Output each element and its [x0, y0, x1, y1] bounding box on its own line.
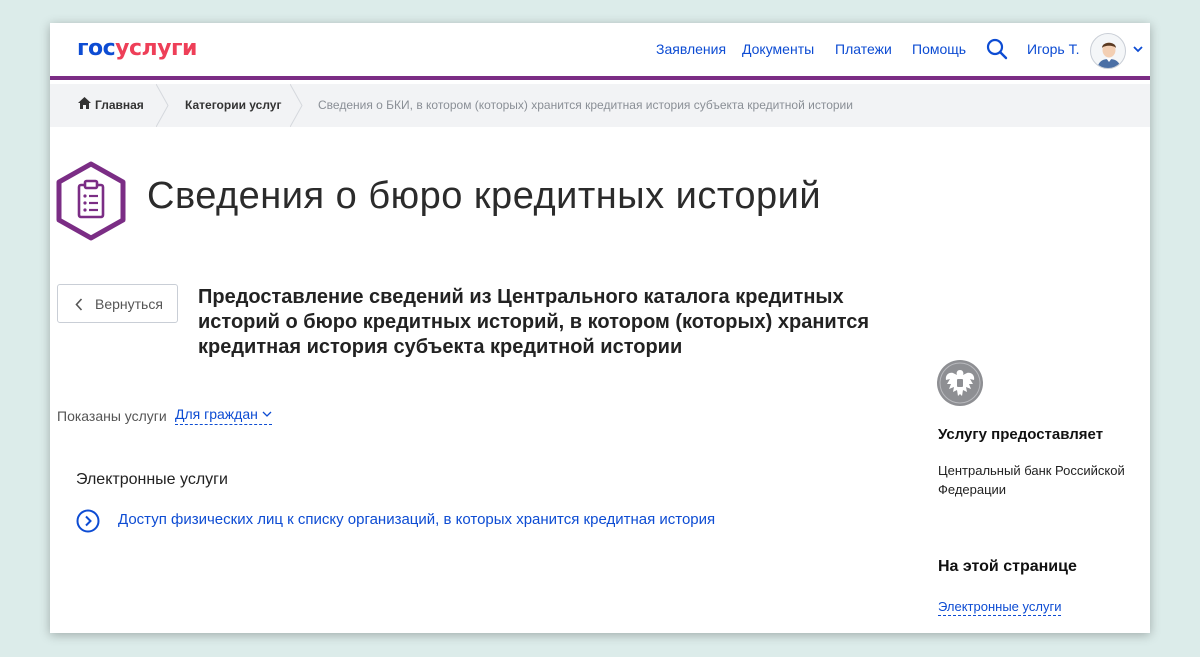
provider-title: Услугу предоставляет: [938, 426, 1104, 443]
service-link-label: Доступ физических лиц к списку организац…: [118, 511, 716, 528]
back-button[interactable]: Вернуться: [57, 284, 178, 323]
provider-name: Центральный банк Российской Федерации: [938, 463, 1125, 497]
breadcrumb-home[interactable]: Главная: [78, 97, 144, 112]
service-heading: Предоставление сведений из Центрального …: [198, 286, 870, 358]
audience-filter-value: Для граждан: [175, 406, 258, 422]
on-this-page-title: На этой странице: [938, 558, 1077, 575]
breadcrumb: Главная Категории услуг Сведения о БКИ, …: [50, 84, 1150, 127]
gosuslugi-logo[interactable]: госуслуги: [77, 36, 197, 61]
clipboard-icon: [56, 161, 126, 241]
nav-item-documents[interactable]: Документы: [742, 41, 814, 57]
back-button-label: Вернуться: [95, 296, 163, 312]
breadcrumb-separator-icon: [290, 84, 303, 127]
search-icon[interactable]: [986, 38, 1008, 60]
central-bank-emblem-icon: [937, 360, 983, 406]
home-icon: [78, 97, 91, 109]
breadcrumb-categories[interactable]: Категории услуг: [185, 98, 281, 112]
user-name[interactable]: Игорь Т.: [1027, 41, 1080, 57]
logo-part-uslugi: услуги: [115, 36, 197, 61]
avatar[interactable]: [1090, 33, 1126, 69]
top-header: госуслуги Заявления Документы Платежи По…: [50, 23, 1150, 80]
section-title-electronic-services: Электронные услуги: [76, 471, 228, 488]
logo-part-gos: гос: [77, 36, 116, 61]
chevron-circle-right-icon: [76, 509, 100, 533]
nav-item-applications[interactable]: Заявления: [656, 41, 726, 57]
chevron-down-icon[interactable]: [1132, 44, 1144, 54]
page-frame: госуслуги Заявления Документы Платежи По…: [50, 23, 1150, 633]
nav-item-help[interactable]: Помощь: [912, 41, 966, 57]
breadcrumb-separator-icon: [156, 84, 169, 127]
on-this-page-link-electronic-services[interactable]: Электронные услуги: [938, 599, 1062, 616]
page-title: Сведения о бюро кредитных историй: [147, 175, 822, 217]
breadcrumb-current: Сведения о БКИ, в котором (которых) хран…: [318, 98, 853, 112]
chevron-down-icon: [262, 411, 272, 417]
chevron-left-icon: [75, 298, 83, 311]
nav-item-payments[interactable]: Платежи: [835, 41, 892, 57]
user-avatar-icon: [1097, 42, 1121, 68]
filter-label: Показаны услуги: [57, 408, 167, 424]
audience-filter-dropdown[interactable]: Для граждан: [175, 406, 272, 425]
